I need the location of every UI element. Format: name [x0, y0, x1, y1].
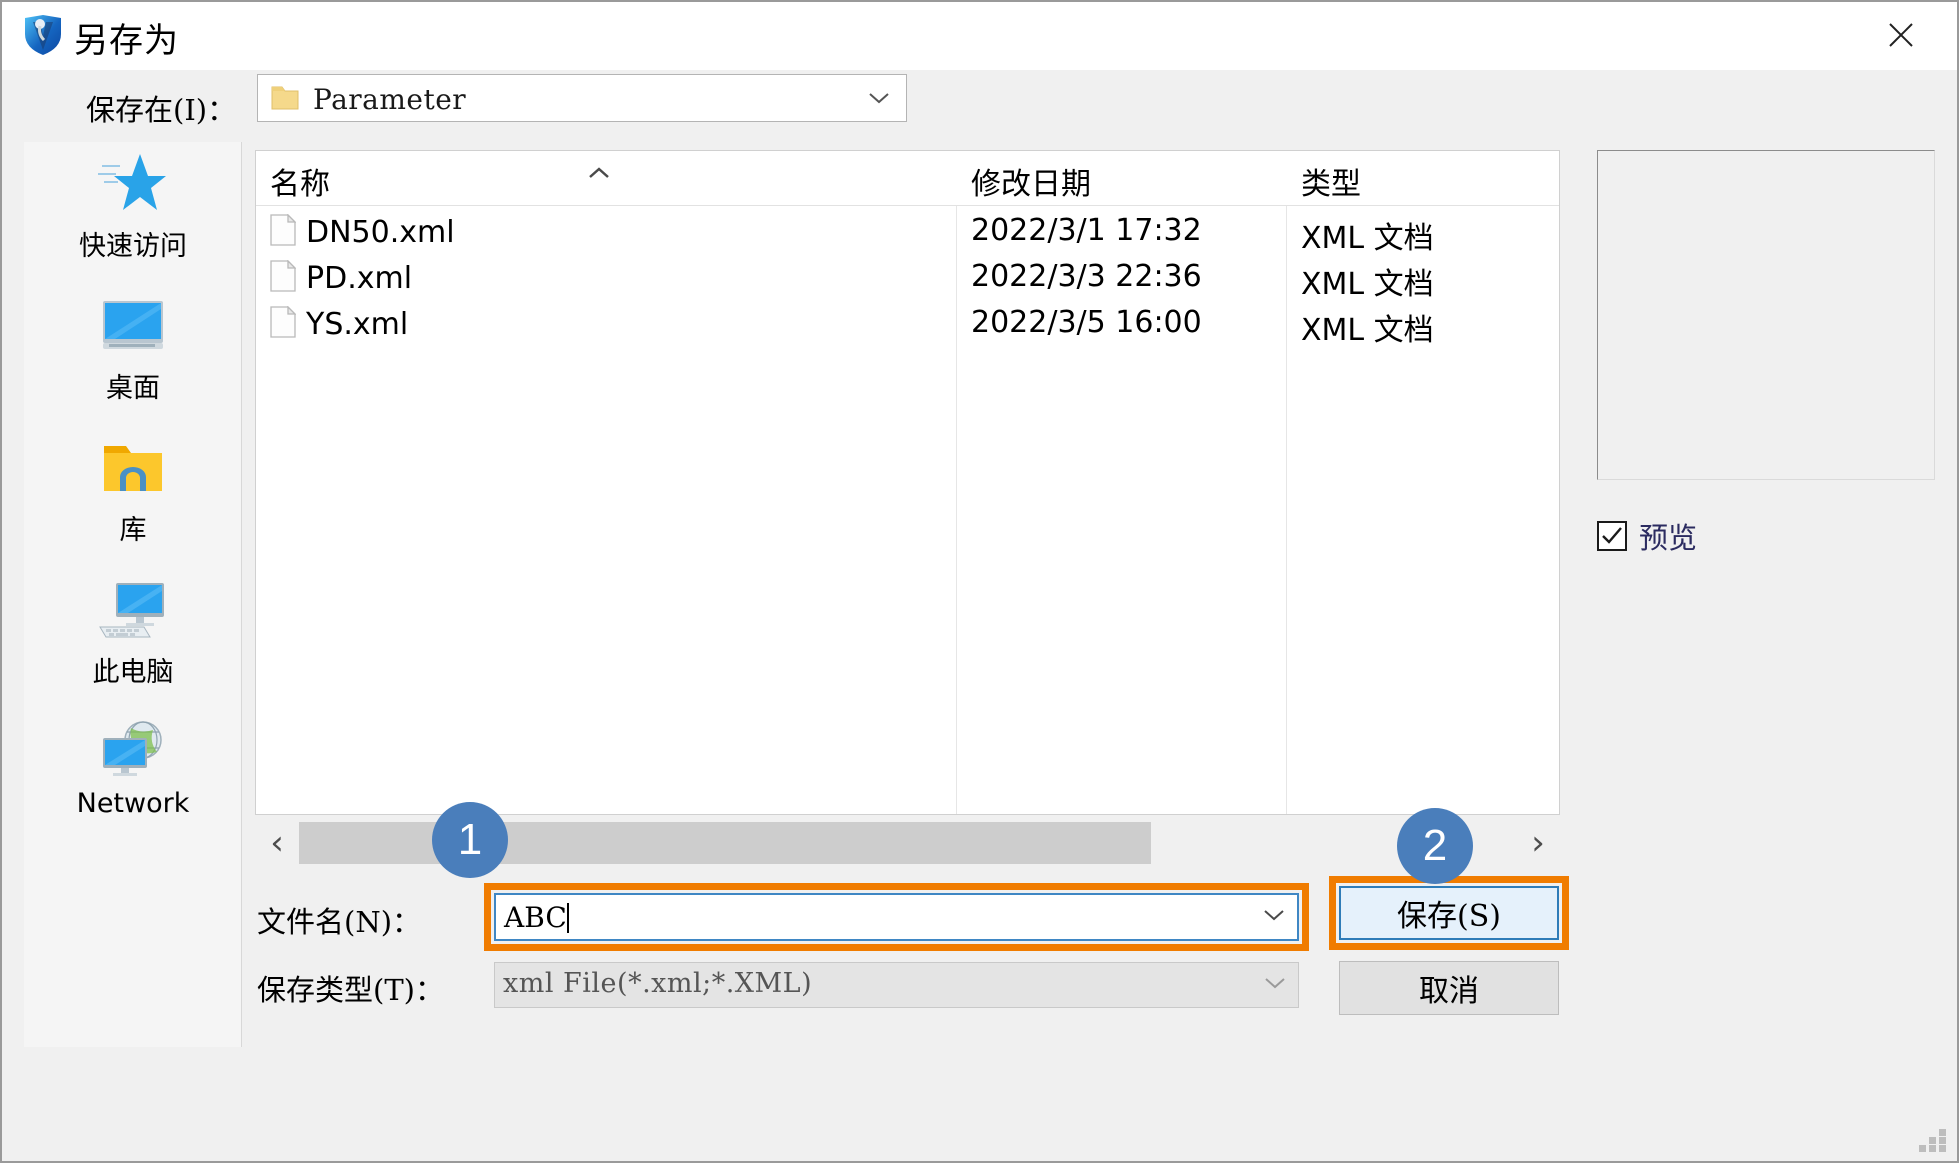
library-folder-icon	[24, 432, 242, 504]
preview-checkbox-label: 预览	[1639, 521, 1698, 555]
table-row[interactable]: YS.xml 2022/3/5 16:00 XML 文档	[256, 301, 1559, 348]
column-header-label: 类型	[1301, 167, 1361, 202]
file-modified-cell: 2022/3/5 16:00	[971, 305, 1202, 340]
sidebar-item-this-pc[interactable]: 此电脑	[24, 574, 242, 689]
chevron-down-icon[interactable]	[1263, 909, 1285, 927]
file-type-cell: XML 文档	[1301, 221, 1434, 256]
filename-input[interactable]: ABC	[494, 893, 1299, 941]
filename-text: ABC	[504, 901, 567, 934]
file-name-text: YS.xml	[306, 306, 409, 342]
scrollbar-track[interactable]	[299, 822, 1516, 864]
chevron-down-icon	[868, 91, 890, 110]
resize-grip[interactable]	[1919, 1123, 1947, 1152]
this-pc-icon	[24, 574, 242, 646]
app-shield-icon	[20, 12, 66, 58]
filetype-value: xml File(*.xml;*.XML)	[503, 968, 813, 999]
scrollbar-thumb[interactable]	[299, 822, 1151, 864]
sidebar-item-network[interactable]: Network	[24, 712, 242, 819]
checkmark-icon	[1597, 521, 1627, 551]
title-bar: 另存为	[2, 2, 1957, 70]
horizontal-scrollbar[interactable]: ‹ ›	[255, 816, 1560, 870]
file-type-cell: XML 文档	[1301, 313, 1434, 348]
window-title: 另存为	[74, 21, 179, 61]
file-name-text: DN50.xml	[306, 214, 455, 250]
save-button[interactable]: 保存(S)	[1339, 886, 1559, 940]
sidebar-item-label: 库	[119, 515, 147, 546]
column-header-label: 名称	[270, 167, 330, 202]
folder-path-combobox[interactable]: Parameter	[257, 74, 907, 122]
file-list[interactable]: 名称 修改日期 类型 DN50.xml 2022/3/1 17:32 XML 文…	[255, 150, 1560, 815]
file-name-cell: PD.xml	[270, 255, 412, 301]
sidebar-item-label: Network	[76, 788, 190, 819]
file-name-cell: YS.xml	[270, 301, 408, 347]
file-modified-cell: 2022/3/3 22:36	[971, 259, 1202, 294]
file-icon	[270, 258, 297, 297]
network-globe-icon	[24, 712, 242, 784]
file-name-cell: DN50.xml	[270, 209, 455, 255]
filetype-combobox[interactable]: xml File(*.xml;*.XML)	[494, 962, 1299, 1008]
column-header-modified[interactable]: 修改日期	[957, 151, 1286, 205]
filetype-label: 保存类型(T)：	[257, 973, 444, 1007]
monitor-icon	[24, 290, 242, 362]
file-name-text: PD.xml	[306, 260, 413, 296]
folder-icon	[270, 84, 300, 112]
column-header-type[interactable]: 类型	[1287, 151, 1559, 205]
file-type-cell: XML 文档	[1301, 267, 1434, 302]
text-caret	[566, 903, 569, 933]
column-header-name[interactable]: 名称	[256, 151, 956, 205]
path-bar: 保存在(I)： Parameter	[2, 70, 1957, 183]
star-icon	[24, 148, 242, 220]
preview-checkbox[interactable]: 预览	[1597, 515, 1697, 557]
column-header-label: 修改日期	[971, 167, 1091, 202]
save-as-dialog: 另存为 保存在(I)： Parameter 快速访问 桌面 库 此电脑 Netw…	[0, 0, 1959, 1163]
file-list-header: 名称 修改日期 类型	[256, 151, 1559, 206]
preview-pane	[1597, 150, 1935, 480]
chevron-up-icon	[586, 165, 612, 186]
scroll-right-icon[interactable]: ›	[1516, 816, 1560, 870]
places-sidebar: 快速访问 桌面 库 此电脑 Network	[24, 142, 242, 1047]
sidebar-item-desktop[interactable]: 桌面	[24, 290, 242, 405]
file-icon	[270, 212, 297, 251]
filename-label: 文件名(N)：	[257, 905, 422, 939]
sidebar-item-label: 此电脑	[92, 657, 174, 688]
folder-path-value: Parameter	[313, 83, 467, 116]
sidebar-item-library[interactable]: 库	[24, 432, 242, 547]
file-icon	[270, 304, 297, 343]
sidebar-item-label: 快速访问	[79, 231, 187, 262]
close-icon[interactable]	[1853, 2, 1949, 68]
table-row[interactable]: DN50.xml 2022/3/1 17:32 XML 文档	[256, 209, 1559, 256]
file-modified-cell: 2022/3/1 17:32	[971, 213, 1202, 248]
chevron-down-icon[interactable]	[1264, 977, 1286, 995]
scroll-left-icon[interactable]: ‹	[255, 816, 299, 870]
filename-value: ABC	[504, 901, 569, 934]
sidebar-item-quick-access[interactable]: 快速访问	[24, 148, 242, 263]
sidebar-item-label: 桌面	[106, 373, 160, 404]
save-in-label: 保存在(I)：	[86, 93, 237, 127]
cancel-button[interactable]: 取消	[1339, 961, 1559, 1015]
table-row[interactable]: PD.xml 2022/3/3 22:36 XML 文档	[256, 255, 1559, 302]
